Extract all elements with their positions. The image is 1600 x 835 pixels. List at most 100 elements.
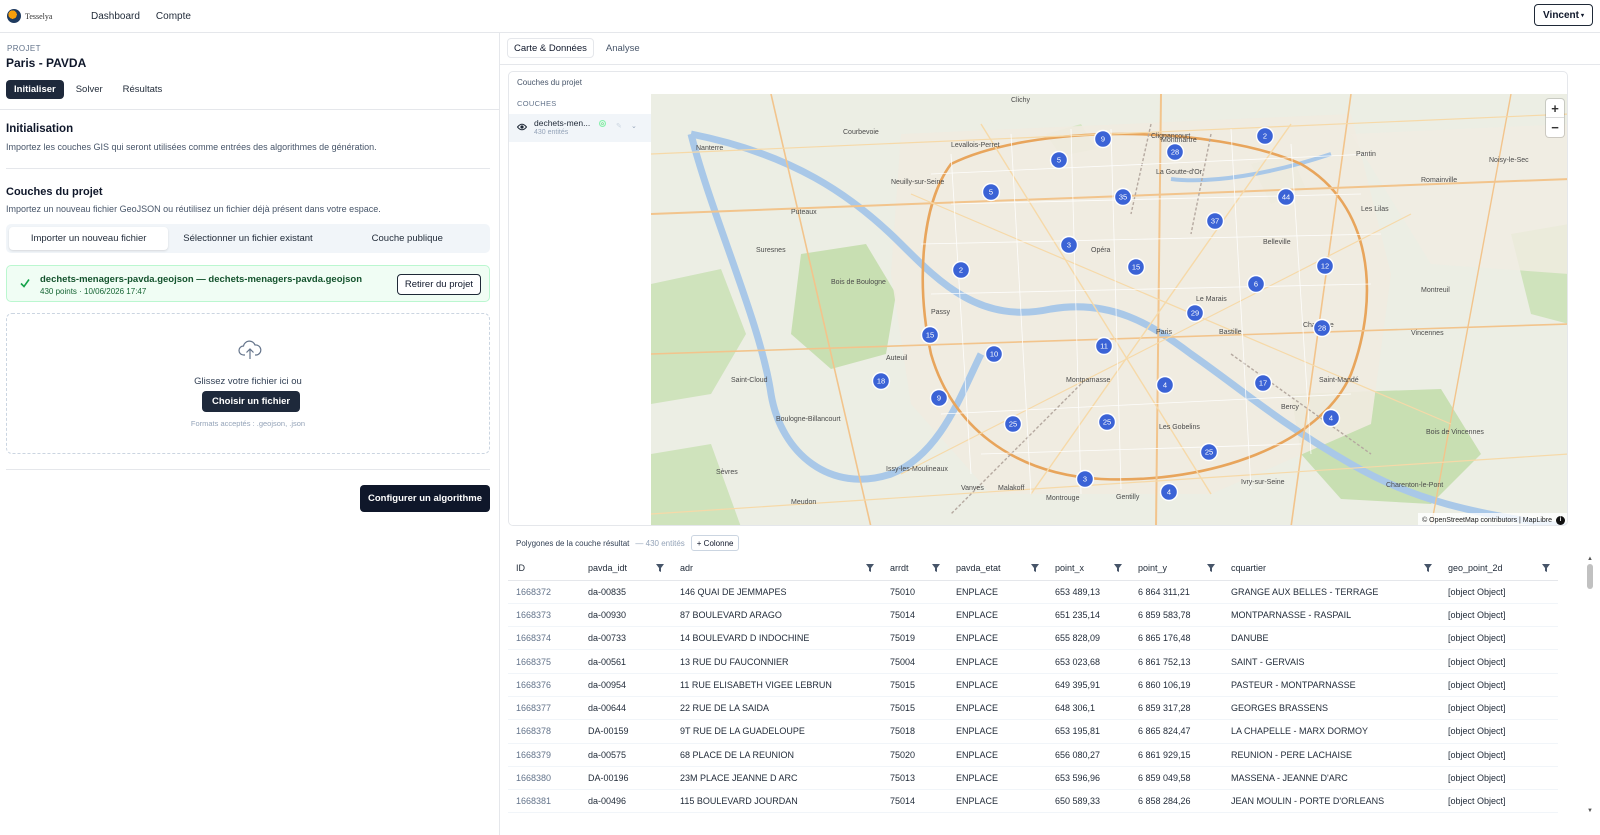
column-header-label: geo_point_2d <box>1448 562 1503 573</box>
cluster-count: 9 <box>1101 135 1105 144</box>
nav-dashboard-link[interactable]: Dashboard <box>91 11 140 22</box>
map-cluster-marker[interactable]: 2 <box>1255 126 1275 146</box>
column-header-point-x[interactable]: point_x <box>1047 556 1130 581</box>
cluster-count: 17 <box>1259 379 1267 388</box>
configure-algorithm-button[interactable]: Configurer un algorithme <box>360 485 490 512</box>
map-cluster-marker[interactable]: 4 <box>1155 375 1175 395</box>
map-cluster-marker[interactable]: 4 <box>1321 408 1341 428</box>
tab-carte-donnees[interactable]: Carte & Données <box>507 38 594 58</box>
zoom-out-button[interactable]: − <box>1546 118 1564 137</box>
cluster-count: 15 <box>926 331 934 340</box>
column-header-point-y[interactable]: point_y <box>1130 556 1223 581</box>
table-cell-pavda-etat: ENPLACE <box>948 766 1047 791</box>
map-cluster-marker[interactable]: 15 <box>920 325 940 345</box>
cluster-count: 25 <box>1009 420 1017 429</box>
map-cluster-marker[interactable]: 12 <box>1315 256 1335 276</box>
attribution-text[interactable]: © OpenStreetMap contributors | MapLibre <box>1422 517 1552 524</box>
map-cluster-marker[interactable]: 2 <box>951 260 971 280</box>
column-header-arrdt[interactable]: arrdt <box>882 556 948 581</box>
table-row[interactable]: 1668377 da-00644 22 RUE DE LA SAIDA 75015 EN… <box>508 696 1558 721</box>
map-cluster-marker[interactable]: 5 <box>981 182 1001 202</box>
map-cluster-marker[interactable]: 35 <box>1113 187 1133 207</box>
table-row[interactable]: 1668375 da-00561 13 RUE DU FAUCONNIER 75004… <box>508 649 1558 674</box>
table-row[interactable]: 1668373 da-00930 87 BOULEVARD ARAGO 75014 EN… <box>508 603 1558 628</box>
segment-public-layer[interactable]: Couche publique <box>328 227 487 250</box>
filter-icon[interactable] <box>1031 564 1039 572</box>
table-row[interactable]: 1668379 da-00575 68 PLACE DE LA REUNION 750… <box>508 743 1558 767</box>
scroll-down-icon[interactable]: ▼ <box>1587 808 1593 814</box>
map-cluster-marker[interactable]: 29 <box>1185 303 1205 323</box>
cluster-count: 44 <box>1282 193 1290 202</box>
column-header-cquartier[interactable]: cquartier <box>1223 556 1440 581</box>
map-place-label: Belleville <box>1263 239 1291 246</box>
map-cluster-marker[interactable]: 9 <box>1093 129 1113 149</box>
table-row[interactable]: 1668380 DA-00196 23M PLACE JEANNE D ARC 750… <box>508 766 1558 791</box>
table-row[interactable]: 1668376 da-00954 11 RUE ELISABETH VIGEE LE… <box>508 673 1558 697</box>
map-cluster-marker[interactable]: 5 <box>1049 150 1069 170</box>
map-view[interactable]: Clichy Levallois-Perret Courbevoie Nanterre… <box>651 94 1568 526</box>
map-cluster-marker[interactable]: 10 <box>984 344 1004 364</box>
tab-initialiser[interactable]: Initialiser <box>6 80 64 99</box>
tab-analyse[interactable]: Analyse <box>600 38 646 58</box>
map-cluster-marker[interactable]: 25 <box>1003 414 1023 434</box>
nav-compte-link[interactable]: Compte <box>156 11 191 22</box>
layer-item[interactable]: dechets-men... 430 entités 0 ✎ ⌄ <box>509 114 651 142</box>
map-cluster-marker[interactable]: 25 <box>1199 442 1219 462</box>
map-cluster-marker[interactable]: 25 <box>1097 412 1117 432</box>
filter-icon[interactable] <box>656 564 664 572</box>
brand[interactable]: Tesselya <box>7 9 77 23</box>
segment-select-existing-file[interactable]: Sélectionner un fichier existant <box>168 227 327 250</box>
map-cluster-marker[interactable]: 37 <box>1205 211 1225 231</box>
filter-icon[interactable] <box>1542 564 1550 572</box>
table-cell-cquartier: GRANGE AUX BELLES - TERRAGE <box>1223 580 1440 604</box>
tab-resultats[interactable]: Résultats <box>115 80 171 99</box>
map-canvas[interactable]: Clichy Levallois-Perret Courbevoie Nanterre… <box>651 94 1568 526</box>
table-cell-point-x: 653 596,96 <box>1047 766 1130 791</box>
choose-file-button[interactable]: Choisir un fichier <box>202 391 301 412</box>
table-cell-point-y: 6 860 106,19 <box>1130 673 1223 697</box>
tab-solver[interactable]: Solver <box>68 80 111 99</box>
filter-icon[interactable] <box>866 564 874 572</box>
scrollbar-thumb[interactable] <box>1587 564 1593 589</box>
map-cluster-marker[interactable]: 3 <box>1075 469 1095 489</box>
table-row[interactable]: 1668374 da-00733 14 BOULEVARD D INDOCHINE 7… <box>508 626 1558 651</box>
add-column-button[interactable]: + Colonne <box>690 535 740 551</box>
pencil-icon[interactable]: ✎ <box>616 122 622 130</box>
file-dropzone[interactable]: Glissez votre fichier ici ou Choisir un … <box>6 313 490 454</box>
table-row[interactable]: 1668378 DA-00159 9T RUE DE LA GUADELOUPE 75… <box>508 719 1558 744</box>
user-menu-button[interactable]: Vincent ▾ <box>1534 4 1593 26</box>
map-cluster-marker[interactable]: 3 <box>1059 235 1079 255</box>
filter-icon[interactable] <box>1424 564 1432 572</box>
cluster-count: 2 <box>959 266 963 275</box>
map-cluster-marker[interactable]: 6 <box>1246 274 1266 294</box>
table-row[interactable]: 1668381 da-00496 115 BOULEVARD JOURDAN 7501… <box>508 789 1558 814</box>
table-row[interactable]: 1668372 da-00835 146 QUAI DE JEMMAPES 75010… <box>508 580 1558 604</box>
scroll-up-icon[interactable]: ▲ <box>1587 556 1593 562</box>
segment-import-new-file[interactable]: Importer un nouveau fichier <box>9 227 169 250</box>
column-header-adr[interactable]: adr <box>672 556 882 581</box>
remove-from-project-button[interactable]: Retirer du projet <box>396 274 481 295</box>
zoom-in-button[interactable]: + <box>1546 99 1564 118</box>
map-cluster-marker[interactable]: 15 <box>1126 257 1146 277</box>
column-header-pavda-idt[interactable]: pavda_idt <box>580 556 672 581</box>
map-cluster-marker[interactable]: 28 <box>1165 142 1185 162</box>
column-header-label: arrdt <box>890 562 909 573</box>
filter-icon[interactable] <box>1207 564 1215 572</box>
map-cluster-marker[interactable]: 9 <box>929 388 949 408</box>
info-icon[interactable]: i <box>1556 515 1565 525</box>
filter-icon[interactable] <box>932 564 940 572</box>
map-cluster-marker[interactable]: 18 <box>871 371 891 391</box>
column-header-pavda-etat[interactable]: pavda_etat <box>948 556 1047 581</box>
column-header-id[interactable]: ID <box>508 556 580 581</box>
map-cluster-marker[interactable]: 4 <box>1159 482 1179 502</box>
map-cluster-marker[interactable]: 11 <box>1094 336 1114 356</box>
filter-icon[interactable] <box>1114 564 1122 572</box>
map-cluster-marker[interactable]: 44 <box>1276 187 1296 207</box>
column-header-geo-point-2d[interactable]: geo_point_2d <box>1440 556 1558 581</box>
table-scrollbar[interactable]: ▲ ▼ <box>1587 556 1593 816</box>
chevron-down-icon[interactable]: ⌄ <box>631 122 637 130</box>
map-cluster-marker[interactable]: 28 <box>1312 318 1332 338</box>
eye-icon[interactable] <box>517 123 527 131</box>
map-place-label: Auteuil <box>886 355 908 362</box>
map-cluster-marker[interactable]: 17 <box>1253 373 1273 393</box>
